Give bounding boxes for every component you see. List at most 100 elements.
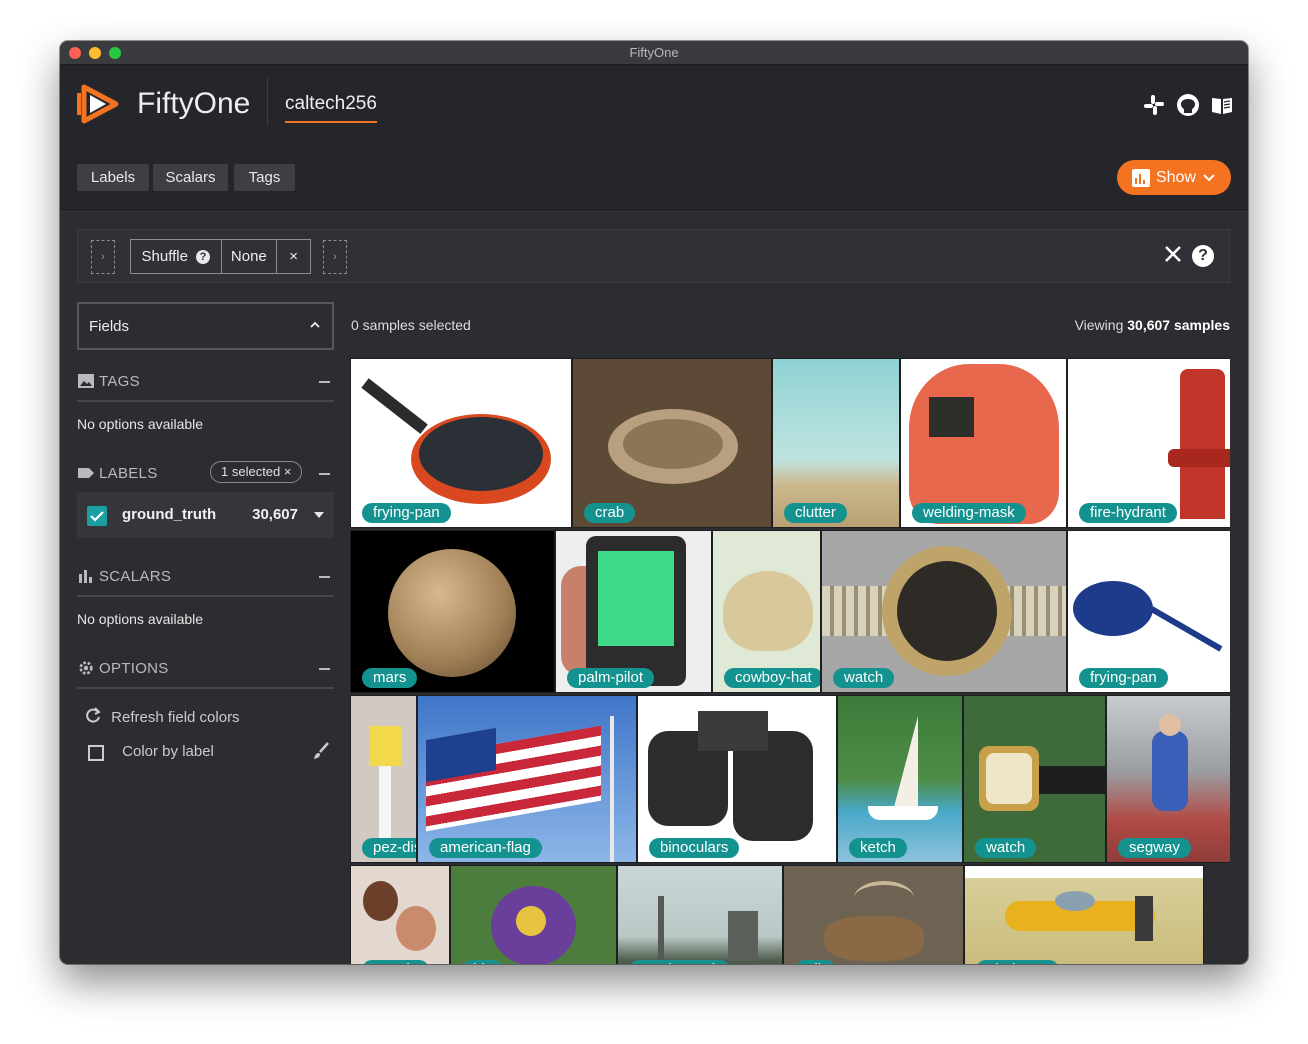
tags-section-header[interactable]: TAGS bbox=[77, 364, 334, 402]
app-name: FiftyOne bbox=[137, 87, 251, 120]
tab-labels[interactable]: Labels bbox=[77, 164, 149, 191]
view-bar-help-icon[interactable]: ? bbox=[1192, 245, 1214, 267]
stage-name[interactable]: Shuffle ? bbox=[131, 240, 222, 273]
fields-title: Fields bbox=[89, 318, 130, 335]
sample-label: frying-pan bbox=[362, 503, 451, 523]
image-tag-icon bbox=[78, 374, 94, 388]
refresh-icon bbox=[86, 707, 101, 723]
slack-icon[interactable] bbox=[1142, 93, 1166, 117]
stage-seed-input[interactable]: None bbox=[222, 240, 278, 273]
sample-tile[interactable]: palm-pilot bbox=[555, 530, 712, 693]
stage-name-label: Shuffle bbox=[141, 248, 188, 265]
sample-tile[interactable]: clutter bbox=[772, 358, 900, 528]
refresh-colors-button[interactable]: Refresh field colors bbox=[83, 706, 240, 726]
color-by-label-checkbox[interactable] bbox=[88, 745, 104, 761]
sample-label: welding-mask bbox=[912, 503, 1026, 523]
label-tag-icon bbox=[78, 468, 94, 478]
sample-label: mars bbox=[362, 668, 418, 688]
tags-empty-message: No options available bbox=[77, 416, 204, 432]
ground-truth-checkbox[interactable] bbox=[87, 506, 107, 526]
sample-label: binoculars bbox=[649, 838, 740, 858]
scalars-section-header[interactable]: SCALARS bbox=[77, 559, 334, 597]
sample-label: frying-pan bbox=[1079, 668, 1168, 688]
viewing-prefix: Viewing bbox=[1074, 317, 1128, 333]
sample-tile[interactable]: cowboy-hat bbox=[712, 530, 821, 693]
app-header: FiftyOne caltech256 bbox=[60, 65, 1248, 149]
dataset-selector[interactable]: caltech256 bbox=[285, 93, 377, 123]
sample-tile[interactable]: segway bbox=[1106, 695, 1230, 863]
add-stage-before-button[interactable]: › bbox=[91, 240, 115, 274]
sample-label: pez-dispenser bbox=[362, 838, 416, 858]
viewing-total: 30,607 samples bbox=[1127, 317, 1230, 333]
sample-tile[interactable]: smokestack bbox=[617, 865, 783, 964]
tags-title: TAGS bbox=[99, 373, 140, 390]
sample-tile[interactable]: iris bbox=[450, 865, 617, 964]
sample-tile[interactable]: watch bbox=[821, 530, 1067, 693]
window-title: FiftyOne bbox=[629, 45, 679, 60]
sample-tile[interactable]: frying-pan bbox=[350, 358, 572, 528]
scalars-empty-message: No options available bbox=[77, 611, 204, 627]
sample-tile[interactable]: watch bbox=[963, 695, 1106, 863]
collapse-tags-icon[interactable] bbox=[319, 381, 330, 383]
tab-scalars[interactable]: Scalars bbox=[153, 164, 228, 191]
github-icon[interactable] bbox=[1176, 93, 1200, 117]
options-section-header[interactable]: OPTIONS bbox=[77, 651, 334, 689]
tab-tags[interactable]: Tags bbox=[234, 164, 295, 191]
ground-truth-name: ground_truth bbox=[122, 506, 217, 523]
labels-selected-badge[interactable]: 1 selected × bbox=[210, 461, 303, 483]
collapse-scalars-icon[interactable] bbox=[319, 576, 330, 578]
bar-chart-icon bbox=[79, 570, 92, 583]
sample-tile[interactable]: ketch bbox=[837, 695, 963, 863]
shuffle-stage: Shuffle ? None × bbox=[130, 239, 311, 274]
sample-tile[interactable]: fire-hydrant bbox=[1067, 358, 1230, 528]
caret-down-icon[interactable] bbox=[314, 512, 324, 518]
sample-tile[interactable]: frying-pan bbox=[1067, 530, 1230, 693]
header-divider bbox=[267, 77, 268, 125]
show-plots-button[interactable]: Show bbox=[1117, 160, 1231, 195]
help-icon[interactable]: ? bbox=[195, 249, 210, 264]
sample-tile[interactable]: crab bbox=[572, 358, 772, 528]
sample-tile[interactable]: mars bbox=[350, 530, 555, 693]
sample-grid: frying-pan crab clutter welding-mask fir… bbox=[350, 358, 1230, 964]
sample-label: iris bbox=[462, 960, 504, 964]
sample-tile[interactable]: american-flag bbox=[417, 695, 637, 863]
chevron-down-icon bbox=[1203, 173, 1215, 181]
sample-label: fire-hydrant bbox=[1079, 503, 1177, 523]
view-bar: › Shuffle ? None × › ? bbox=[77, 229, 1230, 283]
gear-icon bbox=[79, 661, 93, 675]
bar-chart-icon bbox=[1131, 168, 1150, 187]
docs-book-icon[interactable] bbox=[1210, 93, 1234, 117]
viewing-count: Viewing 30,607 samples bbox=[1075, 317, 1230, 333]
title-bar: FiftyOne bbox=[60, 41, 1248, 65]
collapse-options-icon[interactable] bbox=[319, 668, 330, 670]
sample-label: cowboy-hat bbox=[724, 668, 820, 688]
sample-tile[interactable]: people bbox=[350, 865, 450, 964]
labels-section-header[interactable]: LABELS 1 selected × bbox=[77, 456, 334, 494]
clear-view-close-icon[interactable] bbox=[1161, 242, 1185, 266]
sample-tile[interactable]: binoculars bbox=[637, 695, 837, 863]
sample-tile[interactable]: elk bbox=[783, 865, 964, 964]
paintbrush-icon[interactable] bbox=[311, 741, 331, 761]
remove-stage-button[interactable]: × bbox=[277, 240, 310, 273]
sample-label: american-flag bbox=[429, 838, 542, 858]
sample-label: airplanes bbox=[976, 960, 1059, 964]
ground-truth-count: 30,607 bbox=[252, 506, 298, 523]
chevron-up-icon bbox=[310, 321, 320, 328]
sample-label: ketch bbox=[849, 838, 907, 858]
ground-truth-field-row[interactable]: ground_truth 30,607 bbox=[77, 492, 334, 538]
sample-tile[interactable]: welding-mask bbox=[900, 358, 1067, 528]
selected-count: 0 samples selected bbox=[351, 317, 471, 333]
sample-label: clutter bbox=[784, 503, 847, 523]
app-window: FiftyOne FiftyOne caltech256 Labels Scal… bbox=[60, 41, 1248, 964]
sample-label: crab bbox=[584, 503, 636, 523]
color-by-label-row[interactable]: Color by label bbox=[83, 741, 331, 761]
fields-dropdown[interactable]: Fields bbox=[77, 302, 334, 350]
sample-tile[interactable]: pez-dispenser bbox=[350, 695, 417, 863]
sample-label: elk bbox=[795, 960, 837, 964]
sample-tile[interactable]: airplanes bbox=[964, 865, 1204, 964]
fiftyone-logo-icon bbox=[77, 84, 119, 124]
add-stage-after-button[interactable]: › bbox=[323, 240, 347, 274]
options-title: OPTIONS bbox=[99, 660, 169, 677]
collapse-labels-icon[interactable] bbox=[319, 473, 330, 475]
refresh-colors-label: Refresh field colors bbox=[111, 709, 240, 726]
